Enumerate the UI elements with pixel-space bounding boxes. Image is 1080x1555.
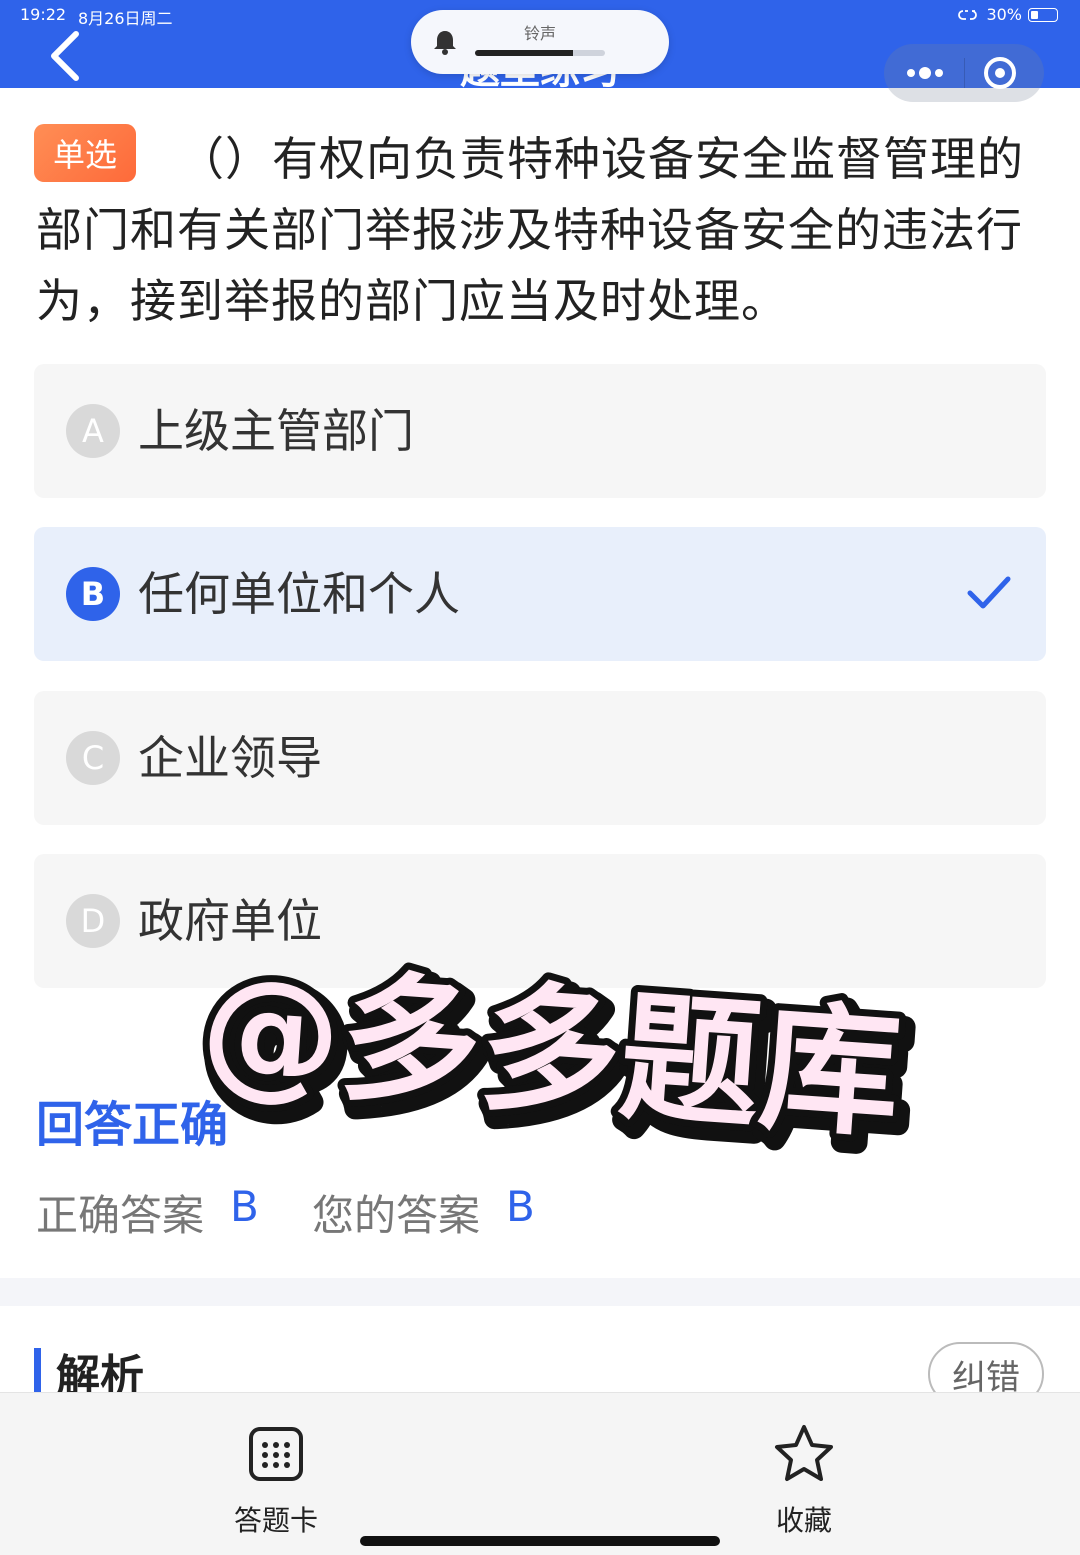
option-letter: A <box>66 404 120 458</box>
back-arrow-icon[interactable] <box>40 28 96 84</box>
status-time: 19:22 <box>20 5 67 24</box>
favorite-label: 收藏 <box>775 1504 832 1537</box>
option-a[interactable]: A 上级主管部门 <box>34 364 1046 498</box>
question-type-badge: 单选 <box>34 124 136 182</box>
battery-percent: 30% <box>986 5 1022 24</box>
option-c[interactable]: C 企业领导 <box>34 691 1046 825</box>
check-icon <box>967 576 1011 609</box>
status-date: 8月26日周二 <box>78 9 173 28</box>
mini-program-capsule <box>884 44 1044 102</box>
option-b[interactable]: B 任何单位和个人 <box>34 527 1046 661</box>
ringer-volume-slider[interactable] <box>475 50 605 56</box>
star-icon <box>775 1425 833 1481</box>
more-icon[interactable] <box>900 54 950 92</box>
bottom-toolbar: 答题卡 收藏 <box>0 1392 1080 1555</box>
answer-card-icon <box>249 1427 303 1481</box>
option-letter: B <box>66 567 120 621</box>
ringer-volume-overlay: 铃声 <box>411 10 669 74</box>
close-miniprogram-icon[interactable] <box>980 53 1020 93</box>
correct-answer-value: B <box>230 1182 259 1231</box>
status-right: 30% <box>958 5 1058 24</box>
favorite-tab[interactable]: 收藏 <box>714 1423 894 1539</box>
battery-icon <box>1028 7 1058 22</box>
option-text: 任何单位和个人 <box>138 567 460 621</box>
option-text: 企业领导 <box>138 731 322 785</box>
section-divider <box>0 1278 1080 1306</box>
correct-answer-label: 正确答案 <box>36 1191 205 1240</box>
ringer-label: 铃声 <box>523 24 556 43</box>
your-answer-label: 您的答案 <box>312 1191 481 1240</box>
analysis-accent-bar <box>34 1348 41 1392</box>
answer-card-tab[interactable]: 答题卡 <box>186 1423 366 1539</box>
option-letter: D <box>66 894 120 948</box>
your-answer-value: B <box>506 1182 535 1231</box>
option-text: 上级主管部门 <box>138 404 414 458</box>
question-text: （）有权向负责特种设备安全监督管理的部门和有关部门举报涉及特种设备安全的违法行为… <box>36 132 1024 328</box>
answer-card-label: 答题卡 <box>233 1504 318 1537</box>
option-letter: C <box>66 731 120 785</box>
watermark-text: @多多题库 <box>196 947 906 1158</box>
link-icon <box>958 9 978 20</box>
home-indicator <box>360 1536 720 1546</box>
